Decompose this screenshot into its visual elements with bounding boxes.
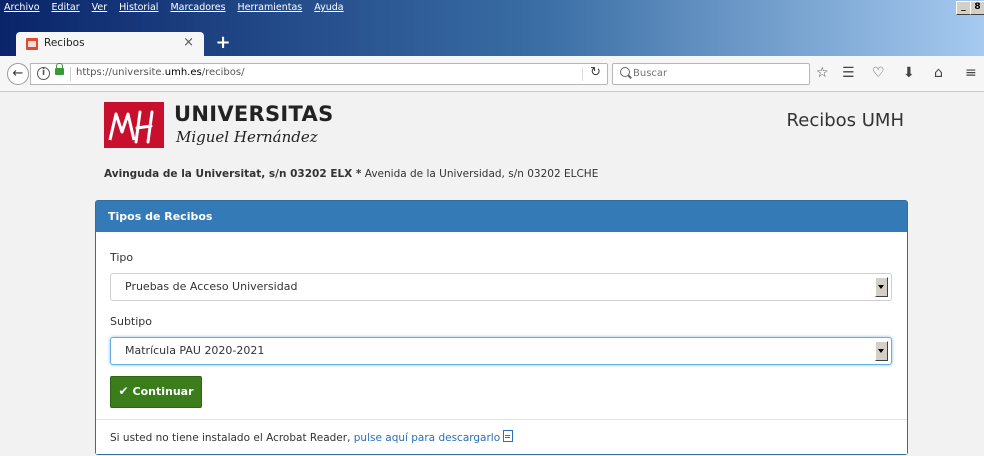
back-arrow-icon: ←	[12, 66, 24, 81]
search-icon	[620, 67, 630, 77]
menu-ayuda[interactable]: Ayuda	[314, 2, 343, 13]
tab-recibos[interactable]: Recibos ×	[16, 32, 204, 56]
logo-title: UNIVERSITAS	[174, 102, 334, 126]
continue-button[interactable]: ✔ Continuar	[110, 376, 202, 408]
url-host: umh.es	[164, 67, 202, 78]
url-suffix: /recibos/	[201, 67, 245, 78]
restore-button[interactable]: 8	[970, 1, 984, 15]
pdf-icon[interactable]	[503, 430, 514, 442]
subtipo-label: Subtipo	[110, 315, 153, 328]
search-bar[interactable]	[612, 63, 810, 85]
menu-marcadores[interactable]: Marcadores	[170, 2, 225, 13]
pocket-icon[interactable]: ♡	[872, 65, 885, 81]
nav-bar: ← i https://universite.umh.es/recibos/ ↻…	[0, 56, 984, 92]
check-icon: ✔	[118, 384, 129, 398]
menu-editar[interactable]: Editar	[52, 2, 80, 13]
star-icon[interactable]: ☆	[816, 65, 829, 81]
umh-logo-icon	[104, 102, 164, 148]
tab-strip: Recibos × +	[0, 17, 984, 56]
receipt-types-panel: Tipos de Recibos Tipo Pruebas de Acceso …	[95, 200, 908, 455]
info-icon[interactable]: i	[37, 67, 50, 80]
url-bar[interactable]: i https://universite.umh.es/recibos/ ↻	[30, 63, 608, 85]
menu-herramientas[interactable]: Herramientas	[238, 2, 303, 13]
panel-title: Tipos de Recibos	[96, 201, 907, 232]
chevron-down-icon[interactable]	[875, 277, 888, 297]
site-title: Recibos UMH	[786, 110, 904, 131]
logo-subtitle: Miguel Hernández	[176, 128, 318, 146]
menu-ver[interactable]: Ver	[92, 2, 108, 13]
page-content: UNIVERSITAS Miguel Hernández Recibos UMH…	[0, 92, 984, 456]
reload-icon[interactable]: ↻	[590, 65, 601, 80]
minimize-button[interactable]: _	[956, 1, 971, 15]
subtipo-value: Matrícula PAU 2020-2021	[125, 344, 265, 357]
search-input[interactable]	[633, 66, 803, 80]
acrobat-note: Si usted no tiene instalado el Acrobat R…	[110, 430, 514, 444]
address-valenciano: Avinguda de la Universitat, s/n 03202 EL…	[104, 168, 362, 180]
url-prefix: https://universite.	[76, 67, 165, 78]
subtipo-select[interactable]: Matrícula PAU 2020-2021	[110, 337, 892, 365]
home-icon[interactable]: ⌂	[934, 65, 943, 81]
panel-footer: Si usted no tiene instalado el Acrobat R…	[96, 419, 907, 454]
tipo-label: Tipo	[110, 251, 134, 264]
download-icon[interactable]: ⬇	[903, 65, 915, 81]
address-castellano: Avenida de la Universidad, s/n 03202 ELC…	[361, 168, 599, 180]
umh-favicon-icon	[26, 38, 38, 50]
menu-items: Archivo Editar Ver Historial Marcadores …	[4, 2, 344, 13]
chevron-down-icon[interactable]	[875, 341, 888, 361]
tipo-value: Pruebas de Acceso Universidad	[125, 280, 298, 293]
acrobat-note-text: Si usted no tiene instalado el Acrobat R…	[110, 432, 354, 444]
new-tab-button[interactable]: +	[212, 33, 234, 53]
menu-historial[interactable]: Historial	[119, 2, 158, 13]
tab-title: Recibos	[44, 37, 85, 49]
menu-archivo[interactable]: Archivo	[4, 2, 40, 13]
tipo-select[interactable]: Pruebas de Acceso Universidad	[110, 273, 892, 301]
url-text[interactable]: https://universite.umh.es/recibos/	[76, 67, 244, 78]
url-separator	[70, 67, 71, 81]
back-button[interactable]: ←	[7, 63, 29, 85]
acrobat-download-link[interactable]: pulse aquí para descargarlo	[354, 432, 500, 444]
menu-icon[interactable]: ≡	[965, 65, 977, 81]
reload-separator	[582, 67, 583, 81]
menu-bar: Archivo Editar Ver Historial Marcadores …	[0, 0, 984, 17]
tab-close-icon[interactable]: ×	[183, 35, 194, 50]
continue-label: Continuar	[132, 385, 194, 398]
reading-list-icon[interactable]: ☰	[842, 65, 855, 81]
address-line: Avinguda de la Universitat, s/n 03202 EL…	[104, 168, 598, 180]
lock-icon	[55, 63, 64, 75]
